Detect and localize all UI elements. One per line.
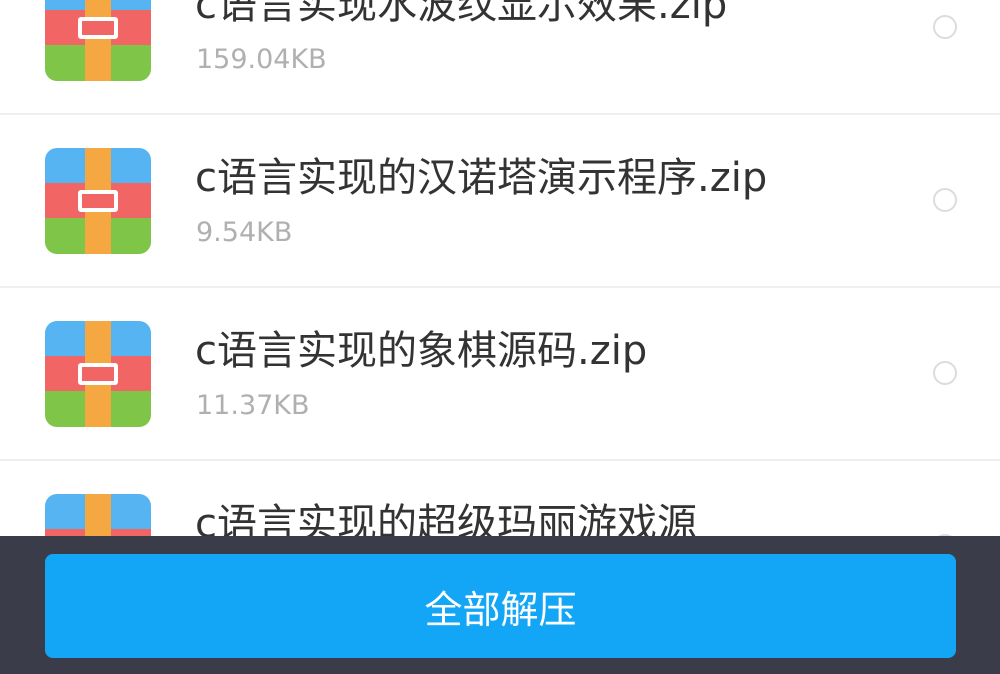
file-size: 159.04KB [196, 44, 327, 75]
select-radio[interactable] [933, 361, 957, 385]
file-row[interactable]: c语言实现的汉诺塔演示程序.zip 9.54KB [0, 115, 1000, 288]
zip-archive-icon [45, 0, 151, 81]
zip-archive-icon [45, 321, 151, 427]
file-row[interactable]: c语言实现水波纹显示效果.zip 159.04KB [0, 0, 1000, 115]
file-row[interactable]: c语言实现的象棋源码.zip 11.37KB [0, 288, 1000, 461]
select-radio[interactable] [933, 188, 957, 212]
bottom-action-bar: 全部解压 [0, 536, 1000, 674]
file-size: 9.54KB [196, 217, 293, 248]
zip-archive-icon [45, 148, 151, 254]
extract-all-button[interactable]: 全部解压 [45, 554, 956, 658]
file-name: c语言实现的汉诺塔演示程序.zip [195, 155, 768, 201]
file-name: c语言实现的象棋源码.zip [195, 328, 648, 374]
file-size: 11.37KB [196, 390, 310, 421]
file-name: c语言实现水波纹显示效果.zip [195, 0, 728, 28]
select-radio[interactable] [933, 15, 957, 39]
